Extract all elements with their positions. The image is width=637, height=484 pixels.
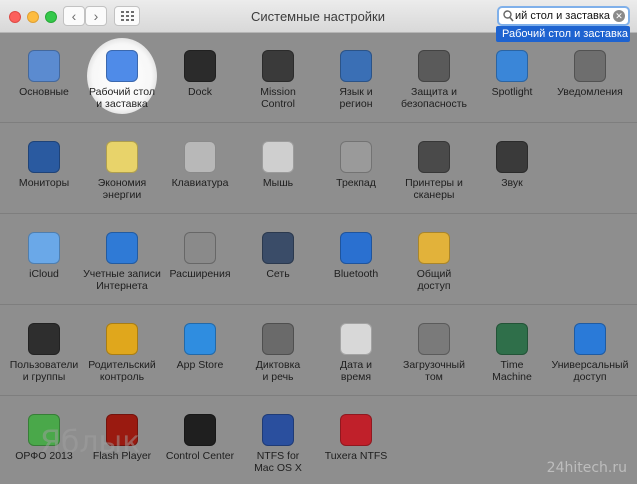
pref-pane-label: Уведомления bbox=[557, 86, 623, 98]
pref-pane-label: Универсальный доступ bbox=[551, 359, 629, 383]
mouse-icon bbox=[262, 141, 294, 173]
desktop-screensaver-icon bbox=[106, 50, 138, 82]
search-field[interactable]: ий стол и заставка ✕ bbox=[497, 6, 630, 26]
users-groups-icon bbox=[28, 323, 60, 355]
pref-pane-label: Tuxera NTFS bbox=[324, 450, 388, 462]
grid-icon bbox=[121, 11, 134, 21]
startup-disk-icon bbox=[418, 323, 450, 355]
energy-saver-icon bbox=[106, 141, 138, 173]
clear-search-icon[interactable]: ✕ bbox=[613, 10, 625, 22]
chevron-right-icon: › bbox=[93, 8, 99, 24]
sharing-icon bbox=[418, 232, 450, 264]
displays-icon bbox=[28, 141, 60, 173]
watermark-left: Яблык bbox=[40, 425, 141, 460]
back-button[interactable]: ‹ bbox=[63, 6, 85, 26]
tuxera-icon bbox=[340, 414, 372, 446]
parental-controls-icon bbox=[106, 323, 138, 355]
date-time-icon bbox=[340, 323, 372, 355]
extensions-icon bbox=[184, 232, 216, 264]
row-separator bbox=[0, 122, 637, 123]
bluetooth-icon bbox=[340, 232, 372, 264]
forward-button[interactable]: › bbox=[85, 6, 107, 26]
row-separator bbox=[0, 395, 637, 396]
chevron-left-icon: ‹ bbox=[71, 8, 77, 24]
language-region-icon bbox=[340, 50, 372, 82]
dictation-icon bbox=[262, 323, 294, 355]
accessibility-icon bbox=[574, 323, 606, 355]
zoom-window-button[interactable] bbox=[45, 11, 57, 23]
printer-icon bbox=[418, 141, 450, 173]
security-icon bbox=[418, 50, 450, 82]
close-window-button[interactable] bbox=[9, 11, 21, 23]
search-input[interactable]: ий стол и заставка bbox=[515, 10, 614, 22]
system-preferences-window: ‹ › Системные настройки ий стол и застав… bbox=[0, 0, 637, 484]
icloud-icon bbox=[28, 232, 60, 264]
internet-accounts-icon bbox=[106, 232, 138, 264]
time-machine-icon bbox=[496, 323, 528, 355]
window-title: Системные настройки bbox=[250, 9, 386, 24]
app-store-icon bbox=[184, 323, 216, 355]
network-icon bbox=[262, 232, 294, 264]
watermark: 24hitech.ru bbox=[546, 460, 627, 476]
sound-icon bbox=[496, 141, 528, 173]
general-icon bbox=[28, 50, 60, 82]
show-all-button[interactable] bbox=[114, 6, 140, 26]
dock-icon bbox=[184, 50, 216, 82]
row-separator bbox=[0, 304, 637, 305]
row-separator bbox=[0, 213, 637, 214]
pref-pane-label: Общий доступ bbox=[416, 268, 452, 292]
mission-control-icon bbox=[262, 50, 294, 82]
notifications-icon bbox=[574, 50, 606, 82]
search-suggestion[interactable]: Рабочий стол и заставка bbox=[496, 26, 630, 42]
keyboard-icon bbox=[184, 141, 216, 173]
search-icon bbox=[503, 10, 514, 22]
pref-pane-label: Звук bbox=[501, 177, 523, 189]
spotlight-icon bbox=[496, 50, 528, 82]
trackpad-icon bbox=[340, 141, 372, 173]
minimize-window-button[interactable] bbox=[27, 11, 39, 23]
ntfs-icon bbox=[262, 414, 294, 446]
logitech-icon bbox=[184, 414, 216, 446]
